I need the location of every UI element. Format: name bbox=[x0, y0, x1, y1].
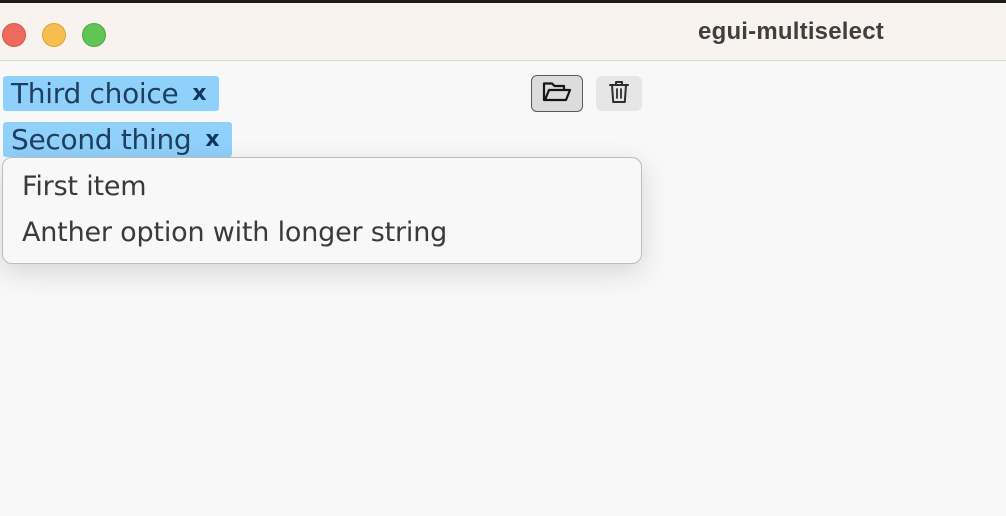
maximize-window-button[interactable] bbox=[82, 23, 106, 47]
remove-chip-button[interactable]: x bbox=[192, 82, 206, 105]
close-window-button[interactable] bbox=[2, 23, 26, 47]
dropdown-option[interactable]: First item bbox=[22, 171, 147, 202]
dropdown-option[interactable]: Anther option with longer string bbox=[22, 217, 447, 248]
selected-chip: Third choice x bbox=[3, 76, 219, 111]
chip-label: Third choice bbox=[11, 76, 179, 110]
minimize-window-button[interactable] bbox=[42, 23, 66, 47]
folder-open-icon bbox=[542, 81, 572, 107]
clear-selection-button[interactable] bbox=[596, 76, 642, 111]
dropdown-popup: First item Anther option with longer str… bbox=[2, 157, 642, 264]
window-title: egui-multiselect bbox=[698, 18, 884, 45]
selected-chip: Second thing x bbox=[3, 122, 232, 157]
open-dropdown-button[interactable] bbox=[531, 75, 583, 112]
chip-label: Second thing bbox=[11, 122, 192, 156]
trash-icon bbox=[608, 80, 630, 108]
title-bar: egui-multiselect bbox=[0, 3, 1006, 61]
remove-chip-button[interactable]: x bbox=[205, 128, 219, 151]
